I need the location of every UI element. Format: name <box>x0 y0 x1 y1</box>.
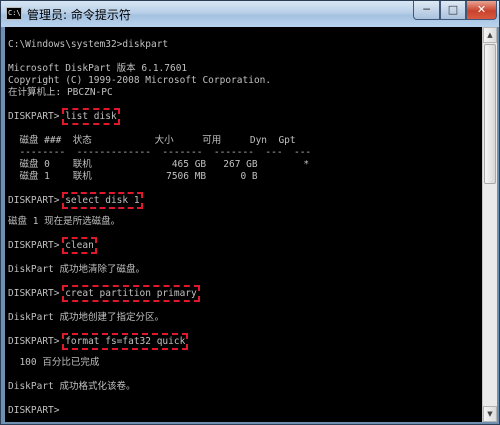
console-line: Microsoft DiskPart 版本 6.1.7601 <box>8 63 188 74</box>
minimize-button[interactable]: ─ <box>413 1 440 20</box>
console-line: DiskPart 成功地清除了磁盘。 <box>8 264 145 275</box>
prompt: DISKPART> <box>8 195 66 206</box>
console-prompt-line: DISKPART> clean <box>8 237 97 254</box>
disk-table-row: 磁盘 0 联机 465 GB 267 GB * <box>8 159 310 170</box>
close-button[interactable]: ✕ <box>466 1 497 20</box>
prompt: DISKPART> <box>8 336 66 347</box>
console-line: 100 百分比已完成 <box>8 357 100 368</box>
disk-table-separator: -------- ------------- ------- ------- -… <box>8 147 312 158</box>
console-prompt-line: DISKPART> creat partition primary <box>8 285 200 302</box>
scroll-down-arrow-icon[interactable]: ▼ <box>483 406 497 422</box>
console-line: Copyright (C) 1999-2008 Microsoft Corpor… <box>8 75 272 86</box>
cmd-app-icon[interactable]: C:\ <box>6 7 22 20</box>
console-line: DiskPart 成功地创建了指定分区。 <box>8 312 164 323</box>
console-line: 在计算机上: PBCZN-PC <box>8 87 113 98</box>
highlighted-command: creat partition primary <box>62 285 200 302</box>
console-prompt-line: DISKPART> select disk 1 <box>8 192 143 209</box>
console-line: C:\Windows\system32>diskpart <box>8 39 169 50</box>
disk-table-row: 磁盘 1 联机 7506 MB 0 B <box>8 171 258 182</box>
console-prompt-line: DISKPART> format fs=fat32 quick <box>8 333 189 350</box>
scrollbar-thumb[interactable] <box>484 44 496 184</box>
disk-table-header: 磁盘 ### 状态 大小 可用 Dyn Gpt <box>8 135 296 146</box>
command-prompt-window: C:\ 管理员: 命令提示符 ─ □ ✕ C:\Windows\system32… <box>0 0 500 425</box>
highlighted-command: select disk 1 <box>62 192 143 209</box>
console-line: 磁盘 1 现在是所选磁盘。 <box>8 216 121 227</box>
maximize-button[interactable]: □ <box>440 1 466 20</box>
console-line: DiskPart 成功格式化该卷。 <box>8 381 136 392</box>
window-title: 管理员: 命令提示符 <box>27 8 131 22</box>
highlighted-command: clean <box>62 237 97 254</box>
prompt: DISKPART> <box>8 240 66 251</box>
console-prompt-line: DISKPART> <box>8 405 66 416</box>
console-output[interactable]: C:\Windows\system32>diskpart Microsoft D… <box>5 27 482 422</box>
prompt: DISKPART> <box>8 288 66 299</box>
scroll-up-arrow-icon[interactable]: ▲ <box>483 27 497 43</box>
console-prompt-line: DISKPART> list disk <box>8 108 120 125</box>
vertical-scrollbar[interactable]: ▲ ▼ <box>482 27 497 422</box>
title-bar[interactable]: C:\ 管理员: 命令提示符 ─ □ ✕ <box>1 1 499 27</box>
prompt: DISKPART> <box>8 111 66 122</box>
highlighted-command: format fs=fat32 quick <box>62 333 189 350</box>
highlighted-command: list disk <box>62 108 120 125</box>
